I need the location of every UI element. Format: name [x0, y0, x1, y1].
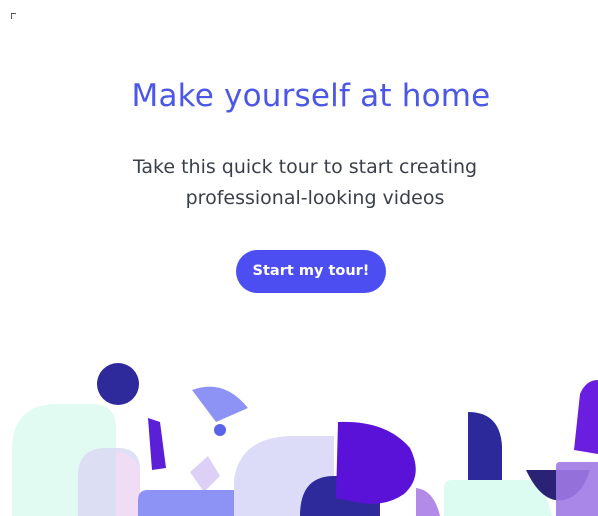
- corner-mark: [11, 13, 16, 19]
- welcome-subtitle-line-1: Take this quick tour to start creating: [132, 156, 478, 178]
- violet-leaf-shape: [336, 421, 416, 504]
- dark-circle-shape: [97, 363, 139, 405]
- welcome-subtitle-line-2: professional-looking videos: [185, 187, 445, 209]
- welcome-title: Make yourself at home: [131, 78, 491, 114]
- small-dot-shape: [214, 424, 226, 436]
- navy-arch-shape: [468, 412, 502, 480]
- decorative-shapes-illustration: [12, 363, 598, 516]
- purple-bar-shape: [148, 418, 166, 470]
- lilac-quarter-shape: [416, 488, 440, 516]
- fan-shape: [192, 386, 248, 422]
- periwinkle-bar-shape: [138, 490, 234, 516]
- diamond-shape: [190, 456, 220, 492]
- purple-block-shape: [556, 462, 598, 516]
- violet-bar-shape: [574, 380, 598, 454]
- welcome-subtitle: Take this quick tour to start creating p…: [0, 152, 598, 214]
- start-tour-button[interactable]: Start my tour!: [236, 250, 386, 293]
